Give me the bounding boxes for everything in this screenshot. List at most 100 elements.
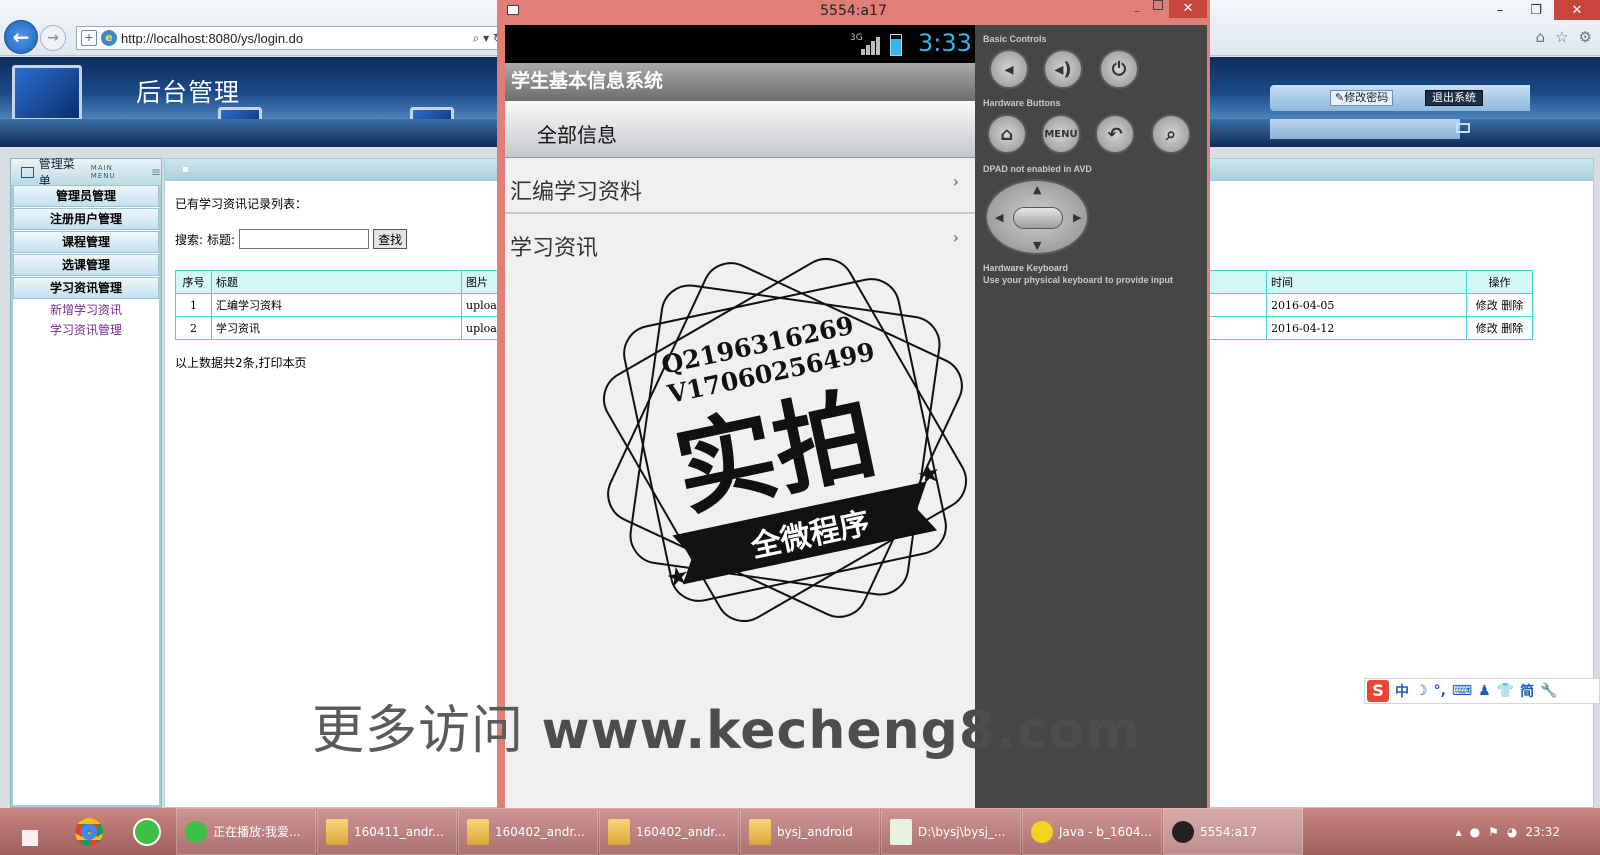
volume-down-icon[interactable]: ◂ [989, 49, 1029, 89]
status-time: 3:33 [918, 29, 972, 57]
taskbar-item[interactable]: D:\bysj\bysj_... [881, 808, 1021, 855]
user-icon[interactable]: ♟ [1478, 683, 1491, 699]
maximize-icon[interactable] [1153, 0, 1163, 10]
sidebar: 管理菜单 MAIN MENU ≡ 管理员管理 注册用户管理 课程管理 选课管理 … [10, 157, 162, 808]
forward-arrow-icon[interactable]: → [40, 25, 66, 51]
taskbar-item[interactable]: 160402_andr... [458, 808, 598, 855]
favorites-star-icon[interactable]: ☆ [1555, 28, 1568, 46]
list-caption: 已有学习资讯记录列表： [175, 197, 308, 211]
windows-taskbar: 正在播放:我爱... 160411_andr... 160402_andr...… [0, 808, 1600, 855]
menu-button[interactable]: MENU [1041, 114, 1081, 154]
screen-icon [1456, 123, 1470, 133]
address-url[interactable]: http://localhost:8080/ys/login.do [121, 31, 469, 46]
taskbar-item[interactable]: 正在播放:我爱... [176, 808, 316, 855]
taskbar-item[interactable]: 5554:a17 [1163, 808, 1303, 855]
emulator-window: 5554:a17 – ✕ 3G 3:33 学生基本信息系统 全部信息 汇编学习资… [497, 0, 1210, 808]
sogou-logo-icon[interactable]: S [1367, 680, 1389, 702]
cell-actions: 修改 删除 [1466, 316, 1533, 340]
start-button[interactable] [0, 808, 60, 855]
menu-group-news[interactable]: 学习资讯管理 [13, 277, 159, 299]
taskbar-item[interactable]: Java - b_1604... [1022, 808, 1162, 855]
menu-item-manage-news[interactable]: 学习资讯管理 [13, 320, 159, 340]
taskbar-item[interactable]: 160402_andr... [599, 808, 739, 855]
sidebar-title-label: 管理菜单 [38, 157, 75, 188]
back-icon[interactable]: ↶ [1095, 114, 1135, 154]
back-arrow-icon[interactable]: ← [4, 20, 38, 54]
dpad-left-icon[interactable]: ◀ [995, 211, 1003, 224]
flag-icon[interactable]: ⚑ [1488, 825, 1499, 839]
emulator-titlebar: 5554:a17 – ✕ [497, 0, 1210, 24]
search-input[interactable] [239, 229, 370, 249]
ime-language[interactable]: 中 [1395, 681, 1409, 701]
system-tray: ▴ ● ⚑ ◕ 23:32 [1456, 808, 1600, 855]
dpad-caption: DPAD not enabled in AVD [983, 164, 1092, 174]
power-icon[interactable]: ⏻ [1099, 49, 1139, 89]
edit-link[interactable]: 修改 [1476, 299, 1498, 312]
logout-button[interactable]: 退出系统 [1425, 90, 1483, 106]
delete-link[interactable]: 删除 [1501, 322, 1523, 335]
keyboard-icon[interactable]: ⌨ [1452, 683, 1472, 699]
list-item[interactable]: 汇编学习资料 › [505, 158, 975, 214]
ime-toolbar: S 中 ☽ °, ⌨ ♟ 👕 简 🔧 [1364, 678, 1600, 704]
dpad-down-icon[interactable]: ▼ [1033, 239, 1041, 252]
wrench-icon[interactable]: 🔧 [1540, 683, 1557, 699]
sidebar-menu: 管理员管理 注册用户管理 课程管理 选课管理 学习资讯管理 新增学习资讯 学习资… [13, 185, 159, 805]
app-title: 学生基本信息系统 [505, 63, 975, 101]
menu-group-admin[interactable]: 管理员管理 [13, 185, 159, 207]
taskbar-item[interactable]: bysj_android [740, 808, 880, 855]
hardware-buttons-caption: Hardware Buttons [983, 98, 1061, 108]
cell-title: 学习资讯 [211, 316, 462, 340]
skin-icon[interactable]: 👕 [1497, 683, 1514, 699]
android-status-bar: 3G 3:33 [505, 25, 975, 63]
home-icon[interactable]: ⌂ [1536, 28, 1546, 46]
watermark-url: www.kecheng8.com [541, 701, 1141, 761]
close-icon[interactable]: ✕ [1554, 0, 1600, 20]
chevron-right-icon: › [952, 172, 959, 191]
edit-link[interactable]: 修改 [1476, 322, 1498, 335]
qq-icon[interactable]: ◕ [1507, 825, 1517, 839]
menu-group-courses[interactable]: 课程管理 [13, 231, 159, 253]
dpad-right-icon[interactable]: ▶ [1073, 211, 1081, 224]
menu-group-enrollment[interactable]: 选课管理 [13, 254, 159, 276]
address-bar[interactable]: + e http://localhost:8080/ys/login.do ⌕ … [76, 26, 508, 50]
green-app-icon[interactable] [118, 808, 176, 855]
chrome-icon[interactable] [60, 808, 118, 855]
sidebar-subtitle: MAIN MENU [90, 164, 116, 180]
delete-link[interactable]: 删除 [1501, 299, 1523, 312]
maximize-icon[interactable]: ❐ [1518, 0, 1554, 20]
compat-view-icon[interactable]: + [81, 30, 97, 46]
gear-icon[interactable]: ⚙ [1579, 28, 1592, 46]
taskbar-item[interactable]: 160411_andr... [317, 808, 457, 855]
table-summary: 以上数据共2条,打印本页 [175, 356, 307, 370]
dpad-up-icon[interactable]: ▲ [1033, 183, 1041, 196]
col-header-actions: 操作 [1466, 270, 1533, 294]
dpad-control[interactable]: ▲ ▼ ◀ ▶ [985, 179, 1089, 255]
tray-app-icon[interactable]: ● [1470, 825, 1480, 839]
search-icon[interactable]: ⌕ [1151, 114, 1191, 154]
cell-title: 汇编学习资料 [211, 293, 462, 317]
search-button[interactable]: 查找 [373, 229, 408, 249]
dpad-center-button[interactable] [1013, 207, 1063, 229]
minimize-icon[interactable]: – [1134, 4, 1140, 18]
tray-expand-icon[interactable]: ▴ [1456, 825, 1462, 839]
minimize-icon[interactable]: – [1482, 0, 1518, 20]
ime-simplified[interactable]: 简 [1520, 681, 1534, 701]
clock[interactable]: 23:32 [1525, 825, 1560, 839]
moon-icon[interactable]: ☽ [1415, 683, 1428, 699]
menu-group-users[interactable]: 注册用户管理 [13, 208, 159, 230]
home-icon[interactable]: ⌂ [987, 114, 1027, 154]
battery-icon [890, 34, 902, 56]
change-password-button[interactable]: ✎修改密码 [1330, 90, 1394, 106]
signal-icon [861, 35, 881, 55]
lines-icon: ≡ [150, 165, 161, 179]
menu-item-add-news[interactable]: 新增学习资讯 [13, 300, 159, 320]
browser-window-controls: – ❐ ✕ [1482, 0, 1600, 20]
emulator-title: 5554:a17 [820, 3, 887, 19]
volume-up-icon[interactable]: ◂) [1043, 49, 1083, 89]
tab-all-info[interactable]: 全部信息 [505, 101, 975, 158]
list-item-label: 学习资讯 [510, 236, 599, 261]
close-icon[interactable]: ✕ [1169, 0, 1207, 18]
chevron-right-icon: › [952, 228, 959, 247]
punctuation-icon[interactable]: °, [1434, 683, 1446, 699]
list-item[interactable]: 学习资讯 › [505, 214, 975, 270]
